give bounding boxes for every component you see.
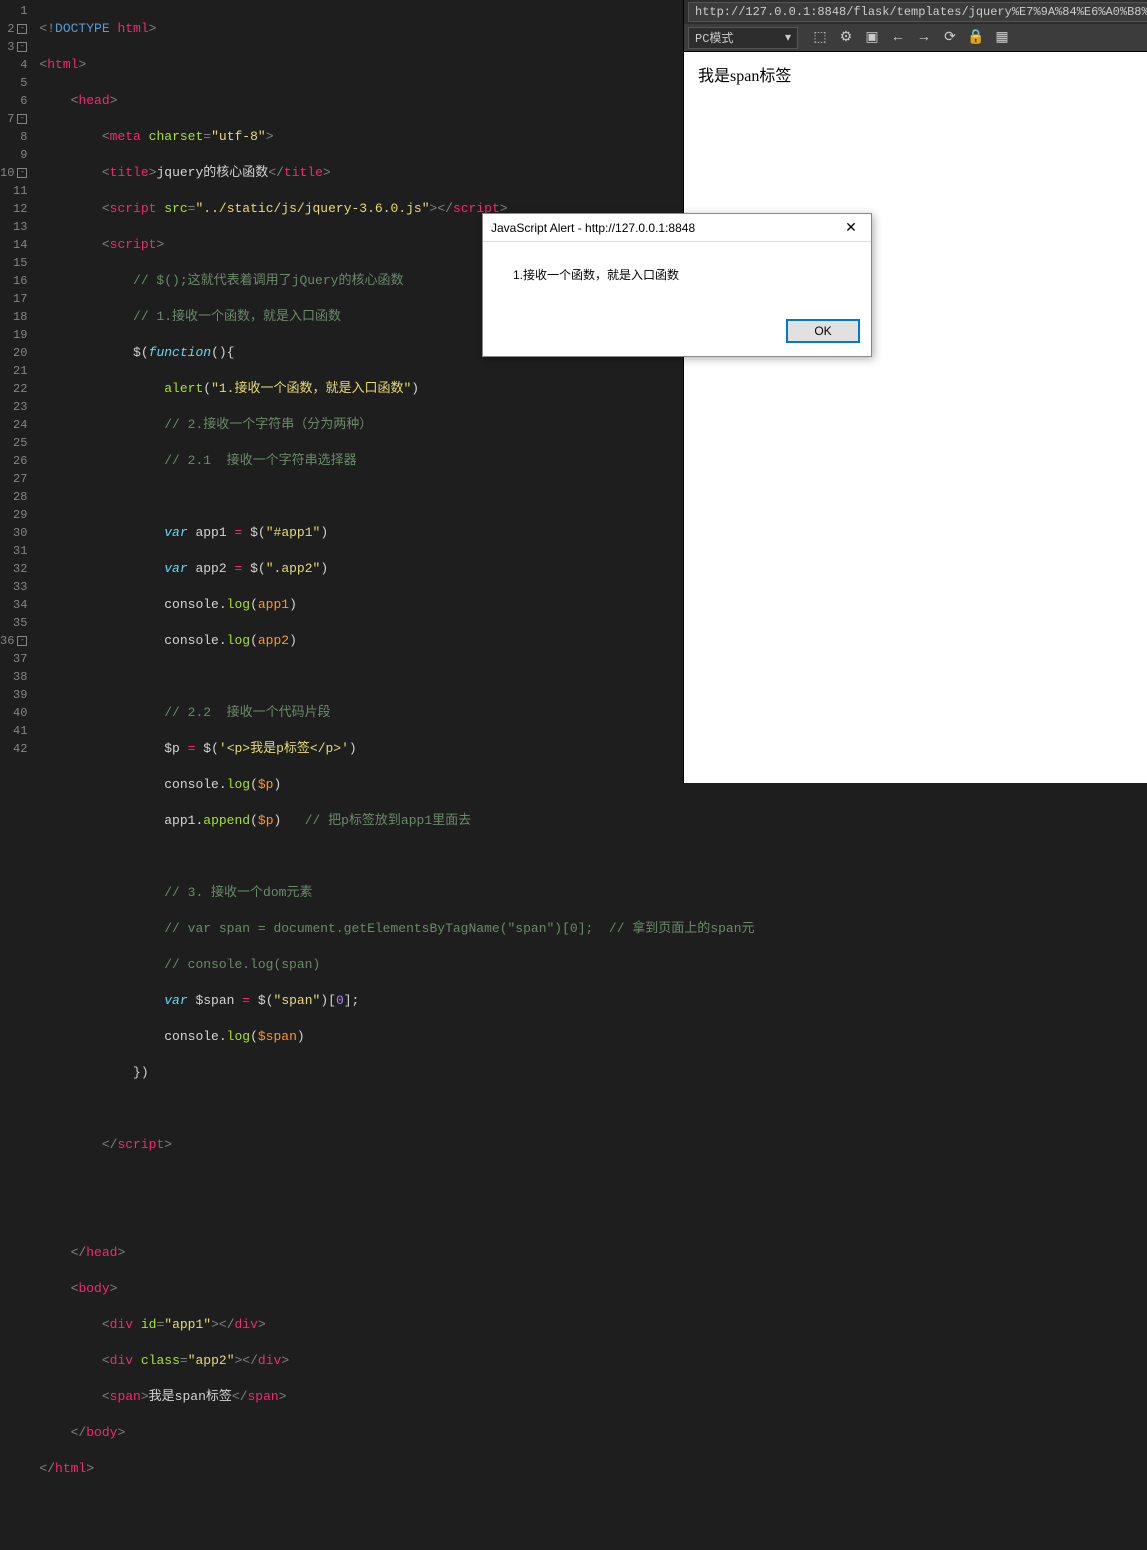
chevron-down-icon: ▾: [785, 30, 791, 45]
alert-message: 1.接收一个函数，就是入口函数: [483, 242, 871, 312]
page-rendered-content: 我是span标签: [684, 52, 1147, 783]
back-icon[interactable]: ←: [886, 26, 910, 50]
alert-title: JavaScript Alert - http://127.0.0.1:8848: [491, 221, 839, 235]
refresh-icon[interactable]: ⟳: [938, 26, 962, 50]
forward-icon[interactable]: →: [912, 26, 936, 50]
lock-icon[interactable]: 🔒: [964, 26, 988, 50]
watermark-icon: [943, 744, 965, 766]
close-icon[interactable]: ✕: [839, 216, 863, 240]
alert-ok-button[interactable]: OK: [787, 320, 859, 342]
device-mode-select[interactable]: PC模式▾: [688, 27, 798, 49]
browser-toolbar: PC模式▾ ⬚ ⚙ ▣ ← → ⟳ 🔒 ▦: [684, 24, 1147, 52]
inspect-icon[interactable]: ⬚: [808, 26, 832, 50]
browser-preview-panel: http://127.0.0.1:8848/flask/templates/jq…: [683, 0, 1147, 783]
line-number-gutter: 1 2 - 3 - 4 5 6 7 - 8 9 10 - 11 12 13 14…: [0, 0, 31, 783]
url-input[interactable]: http://127.0.0.1:8848/flask/templates/jq…: [688, 2, 1147, 22]
javascript-alert-dialog: JavaScript Alert - http://127.0.0.1:8848…: [482, 213, 872, 357]
screenshot-icon[interactable]: ▣: [860, 26, 884, 50]
watermark: 头条 @学员港湾: [943, 739, 1131, 771]
page-span-text: 我是span标签: [698, 68, 791, 85]
code-area[interactable]: <!DOCTYPE html> <html> <head> <meta char…: [31, 0, 754, 783]
code-editor-panel: 1 2 - 3 - 4 5 6 7 - 8 9 10 - 11 12 13 14…: [0, 0, 683, 783]
grid-icon[interactable]: ▦: [990, 26, 1014, 50]
gear-icon[interactable]: ⚙: [834, 26, 858, 50]
address-bar: http://127.0.0.1:8848/flask/templates/jq…: [684, 0, 1147, 24]
